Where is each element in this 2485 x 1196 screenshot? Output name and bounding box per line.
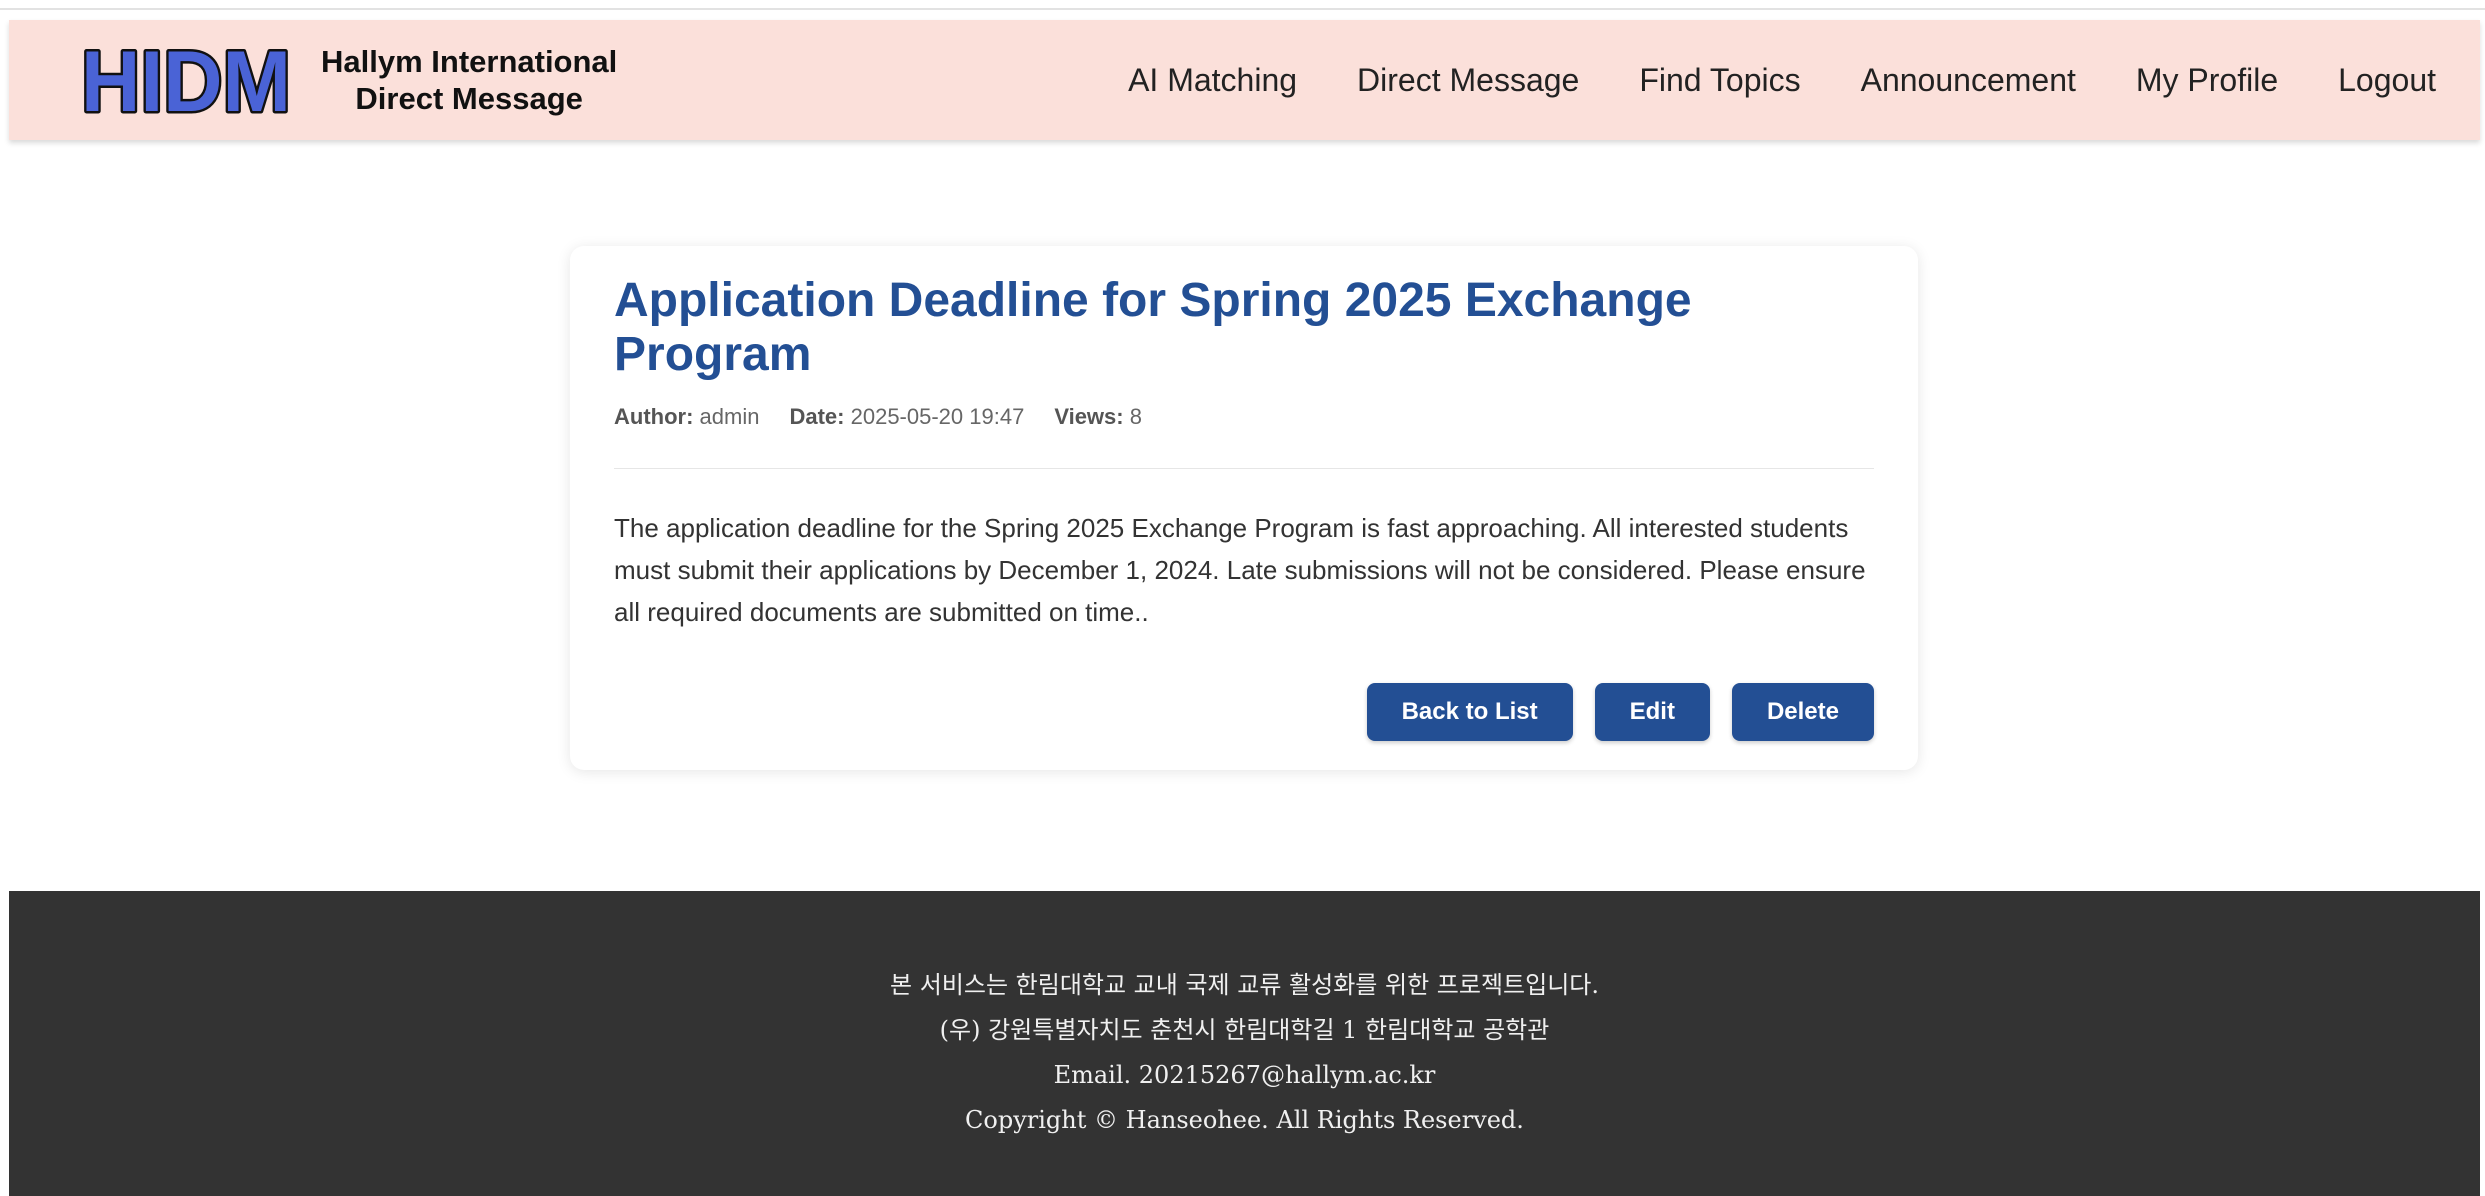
hidm-logo: HIDM <box>79 40 294 120</box>
date-label: Date: <box>789 404 845 429</box>
date-value: 2025-05-20 19:47 <box>850 404 1025 429</box>
site-header: HIDM Hallym International Direct Message… <box>9 20 2480 140</box>
meta-author: Author: admin <box>614 404 759 430</box>
brand-line-1: Hallym International <box>321 44 618 79</box>
top-divider <box>0 8 2485 10</box>
brand-name: Hallym International Direct Message <box>321 43 617 117</box>
meta-views: Views: 8 <box>1054 404 1142 430</box>
main-nav: AI Matching Direct Message Find Topics A… <box>1128 20 2436 140</box>
footer-description: 본 서비스는 한림대학교 교내 국제 교류 활성화를 위한 프로젝트입니다. <box>890 971 1599 999</box>
author-value: admin <box>699 404 760 429</box>
brand-line-2: Direct Message <box>355 81 583 116</box>
views-value: 8 <box>1129 404 1142 429</box>
nav-logout[interactable]: Logout <box>2338 62 2436 99</box>
back-to-list-button[interactable]: Back to List <box>1366 683 1573 741</box>
post-actions: Back to List Edit Delete <box>1366 683 1874 741</box>
nav-direct-message[interactable]: Direct Message <box>1357 62 1579 99</box>
nav-my-profile[interactable]: My Profile <box>2136 62 2278 99</box>
announcement-card: Application Deadline for Spring 2025 Exc… <box>570 246 1918 770</box>
views-label: Views: <box>1054 404 1124 429</box>
post-meta: Author: admin Date: 2025-05-20 19:47 Vie… <box>614 404 1874 430</box>
meta-date: Date: 2025-05-20 19:47 <box>789 404 1024 430</box>
footer-email: Email. 20215267@hallym.ac.kr <box>1053 1061 1436 1089</box>
svg-text:HIDM: HIDM <box>81 40 291 120</box>
footer-copyright: Copyright © Hanseohee. All Rights Reserv… <box>965 1106 1524 1134</box>
post-title: Application Deadline for Spring 2025 Exc… <box>614 274 1692 381</box>
delete-button[interactable]: Delete <box>1731 683 1874 741</box>
site-footer: 본 서비스는 한림대학교 교내 국제 교류 활성화를 위한 프로젝트입니다. (… <box>9 891 2480 1196</box>
post-content: The application deadline for the Spring … <box>614 513 1866 627</box>
footer-address: (우) 강원특별자치도 춘천시 한림대학길 1 한림대학교 공학관 <box>939 1016 1550 1044</box>
nav-find-topics[interactable]: Find Topics <box>1639 62 1800 99</box>
nav-announcement[interactable]: Announcement <box>1861 62 2076 99</box>
content-divider <box>614 468 1874 469</box>
nav-ai-matching[interactable]: AI Matching <box>1128 62 1297 99</box>
author-label: Author: <box>614 404 694 429</box>
edit-button[interactable]: Edit <box>1594 683 1710 741</box>
brand[interactable]: HIDM Hallym International Direct Message <box>77 40 618 120</box>
